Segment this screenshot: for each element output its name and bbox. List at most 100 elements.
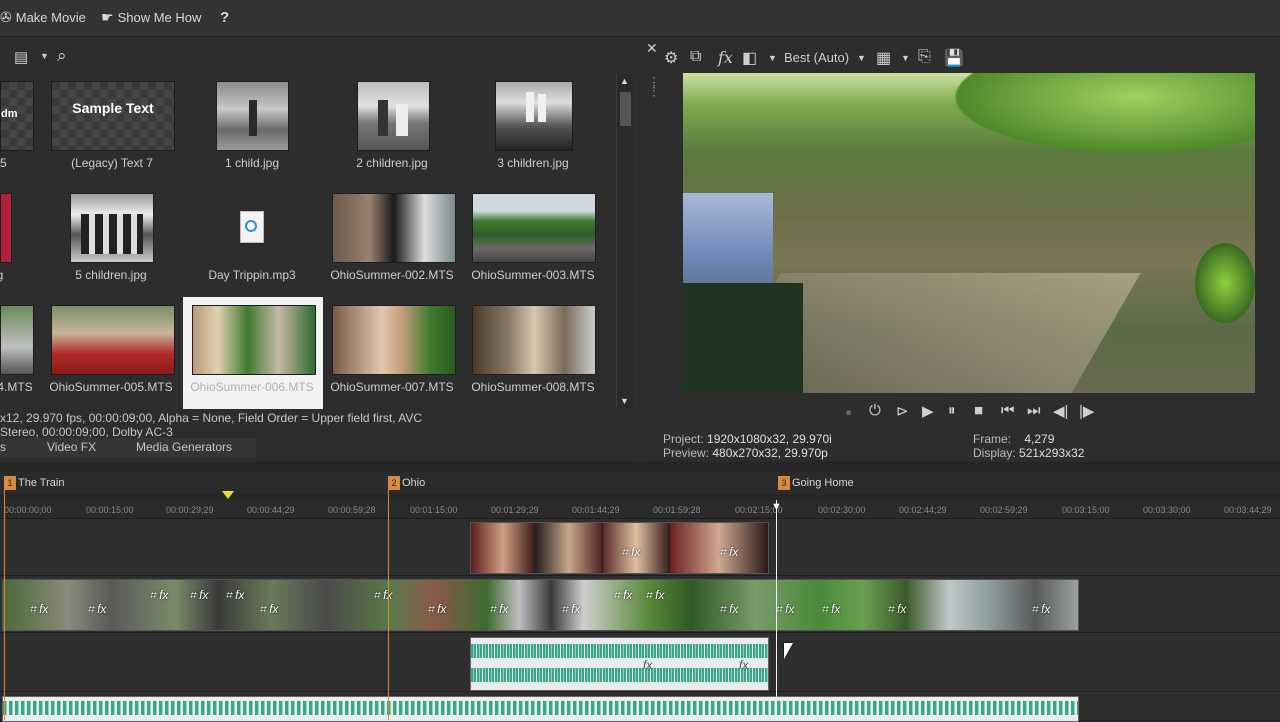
- crop-fx-icon[interactable]: ⌗ fx: [621, 545, 640, 560]
- crop-fx-icon[interactable]: ⌗ fx: [719, 545, 738, 560]
- tab-media-generators[interactable]: Media Generators: [136, 440, 232, 454]
- make-movie-button[interactable]: ✇ Make Movie: [0, 9, 86, 26]
- ruler-tick: 00:03:15;00: [1062, 505, 1110, 515]
- display-value: 521x293x32: [1019, 446, 1085, 460]
- media-label: OhioSummer-007.MTS: [330, 380, 454, 394]
- media-thumb-5-children[interactable]: [70, 193, 154, 263]
- region-marker-icon[interactable]: [222, 491, 234, 499]
- mouse-pointer-icon: [784, 643, 793, 659]
- playhead-cursor[interactable]: [776, 500, 777, 720]
- loop-playback-icon[interactable]: ⏻: [869, 402, 881, 419]
- media-thumb-3-children[interactable]: [495, 81, 573, 151]
- media-thumb-ohiosummer-005[interactable]: [51, 305, 175, 375]
- crop-fx-icon[interactable]: ⌗ fx: [775, 602, 794, 617]
- external-monitor-icon[interactable]: ⧉: [690, 48, 701, 66]
- crop-fx-icon[interactable]: ⌗ fx: [225, 588, 244, 603]
- media-thumb-2-children[interactable]: [357, 81, 430, 151]
- previous-frame-icon[interactable]: ◀|: [1053, 402, 1068, 420]
- marker-bar[interactable]: [0, 472, 1280, 494]
- save-snapshot-icon[interactable]: 💾: [944, 48, 964, 68]
- view-dropdown-chevron-icon[interactable]: ▼: [40, 51, 49, 61]
- marker-3[interactable]: 3 Going Home: [778, 476, 854, 490]
- close-icon[interactable]: ✕: [646, 40, 658, 57]
- media-label: (Legacy) Text 7: [71, 156, 153, 170]
- crop-fx-icon[interactable]: ⌗ fx: [259, 602, 278, 617]
- crop-fx-icon[interactable]: ⌗ fx: [427, 602, 446, 617]
- quality-dropdown-chevron-icon[interactable]: ▼: [857, 53, 866, 63]
- crop-fx-icon[interactable]: ⌗ fx: [149, 588, 168, 603]
- ruler-tick: 00:01:29;29: [491, 505, 539, 515]
- stop-icon[interactable]: ■: [974, 402, 983, 419]
- gear-icon[interactable]: ⚙: [664, 48, 678, 68]
- grid-dropdown-chevron-icon[interactable]: ▼: [901, 53, 910, 63]
- record-icon[interactable]: ●: [845, 405, 852, 419]
- main-video-clips[interactable]: ⌗ fx ⌗ fx ⌗ fx ⌗ fx ⌗ fx ⌗ fx ⌗ fx ⌗ fx …: [2, 579, 1079, 631]
- crop-fx-icon[interactable]: ⌗ fx: [719, 602, 738, 617]
- crop-fx-icon[interactable]: ⌗ fx: [645, 588, 664, 603]
- playhead-handle-icon[interactable]: ▼: [771, 501, 782, 513]
- help-button[interactable]: ?: [220, 9, 229, 26]
- crop-fx-icon[interactable]: ⌗ fx: [613, 588, 632, 603]
- media-thumb-legacy-text-7[interactable]: Sample Text: [51, 81, 175, 151]
- scroll-up-icon[interactable]: ▲: [620, 76, 629, 86]
- tab-video-fx[interactable]: Video FX: [47, 440, 96, 454]
- audio-fx-icon[interactable]: fx: [739, 658, 748, 672]
- split-screen-icon[interactable]: ◧: [742, 48, 757, 68]
- crop-fx-icon[interactable]: ⌗ fx: [29, 602, 48, 617]
- crop-fx-icon[interactable]: ⌗ fx: [373, 588, 392, 603]
- media-scrollbar[interactable]: ▲ ▼: [616, 74, 634, 408]
- scroll-down-icon[interactable]: ▼: [620, 396, 629, 406]
- go-to-start-icon[interactable]: ⏮: [1001, 402, 1015, 419]
- tab-partial[interactable]: s: [0, 440, 6, 454]
- play-icon[interactable]: ▶: [922, 402, 934, 420]
- media-info-line-1: x12, 29.970 fps, 00:00:09;00, Alpha = No…: [0, 411, 423, 425]
- crop-fx-icon[interactable]: ⌗ fx: [189, 588, 208, 603]
- play-from-start-icon[interactable]: ⊳: [896, 402, 909, 420]
- crop-fx-icon[interactable]: ⌗ fx: [1031, 602, 1050, 617]
- crop-fx-icon[interactable]: ⌗ fx: [561, 602, 580, 617]
- fx-icon[interactable]: fx: [718, 48, 733, 67]
- media-thumb-partial[interactable]: [0, 193, 12, 263]
- pause-icon[interactable]: ⏸: [948, 402, 956, 419]
- preview-info: Preview: 480x270x32, 29.970p: [663, 446, 828, 460]
- media-label: 1 child.jpg: [224, 156, 280, 170]
- next-frame-icon[interactable]: |▶: [1079, 402, 1094, 420]
- music-audio-clip[interactable]: [2, 696, 1079, 722]
- media-label-selected: OhioSummer-006.MTS: [190, 380, 314, 394]
- view-list-icon[interactable]: ▤: [14, 48, 28, 66]
- marker-1[interactable]: 1 The Train: [4, 476, 64, 490]
- media-label: OhioSummer-003.MTS: [471, 268, 595, 282]
- media-thumb-ohiosummer-003[interactable]: [472, 193, 596, 263]
- grid-overlay-icon[interactable]: ▦: [876, 48, 891, 68]
- overlay-video-clip[interactable]: ⌗ fx ⌗ fx: [470, 522, 769, 574]
- ruler-tick: 00:00:29;29: [166, 505, 214, 515]
- crop-fx-icon[interactable]: ⌗ fx: [87, 602, 106, 617]
- split-dropdown-chevron-icon[interactable]: ▼: [768, 53, 777, 63]
- scroll-thumb[interactable]: [620, 92, 631, 126]
- media-thumb-ohiosummer-008[interactable]: [472, 305, 596, 375]
- crop-fx-icon[interactable]: ⌗ fx: [887, 602, 906, 617]
- crop-fx-icon[interactable]: ⌗ fx: [821, 602, 840, 617]
- marker-2[interactable]: 2 Ohio: [388, 476, 425, 490]
- media-label: 5 children.jpg: [75, 268, 147, 282]
- crop-fx-icon[interactable]: ⌗ fx: [489, 602, 508, 617]
- show-me-how-button[interactable]: ☛ Show Me How: [101, 9, 201, 26]
- ruler-tick: 00:00:15;00: [86, 505, 134, 515]
- go-to-end-icon[interactable]: ⏭: [1027, 402, 1041, 419]
- audio-clip[interactable]: fx fx: [470, 637, 769, 691]
- preview-quality-select[interactable]: Best (Auto): [784, 50, 849, 65]
- project-value: 1920x1080x32, 29.970i: [707, 432, 832, 446]
- ruler-tick: 00:00:59;28: [328, 505, 376, 515]
- audio-file-icon[interactable]: [240, 211, 264, 243]
- media-thumb-ohiosummer-007[interactable]: [332, 305, 456, 375]
- copy-snapshot-icon[interactable]: ⎘: [918, 48, 931, 66]
- media-thumb-partial-004[interactable]: [0, 305, 34, 375]
- audio-fx-icon[interactable]: fx: [643, 658, 652, 672]
- search-icon[interactable]: ⌕: [57, 46, 67, 66]
- media-thumb-text-5[interactable]: dm: [0, 81, 34, 151]
- media-thumb-ohiosummer-002[interactable]: [332, 193, 456, 263]
- ruler-tick: 00:02:30;00: [818, 505, 866, 515]
- panel-grip-icon[interactable]: ⋮ ⋮: [647, 75, 661, 97]
- media-thumb-ohiosummer-006[interactable]: [192, 305, 316, 375]
- media-thumb-1-child[interactable]: [216, 81, 289, 151]
